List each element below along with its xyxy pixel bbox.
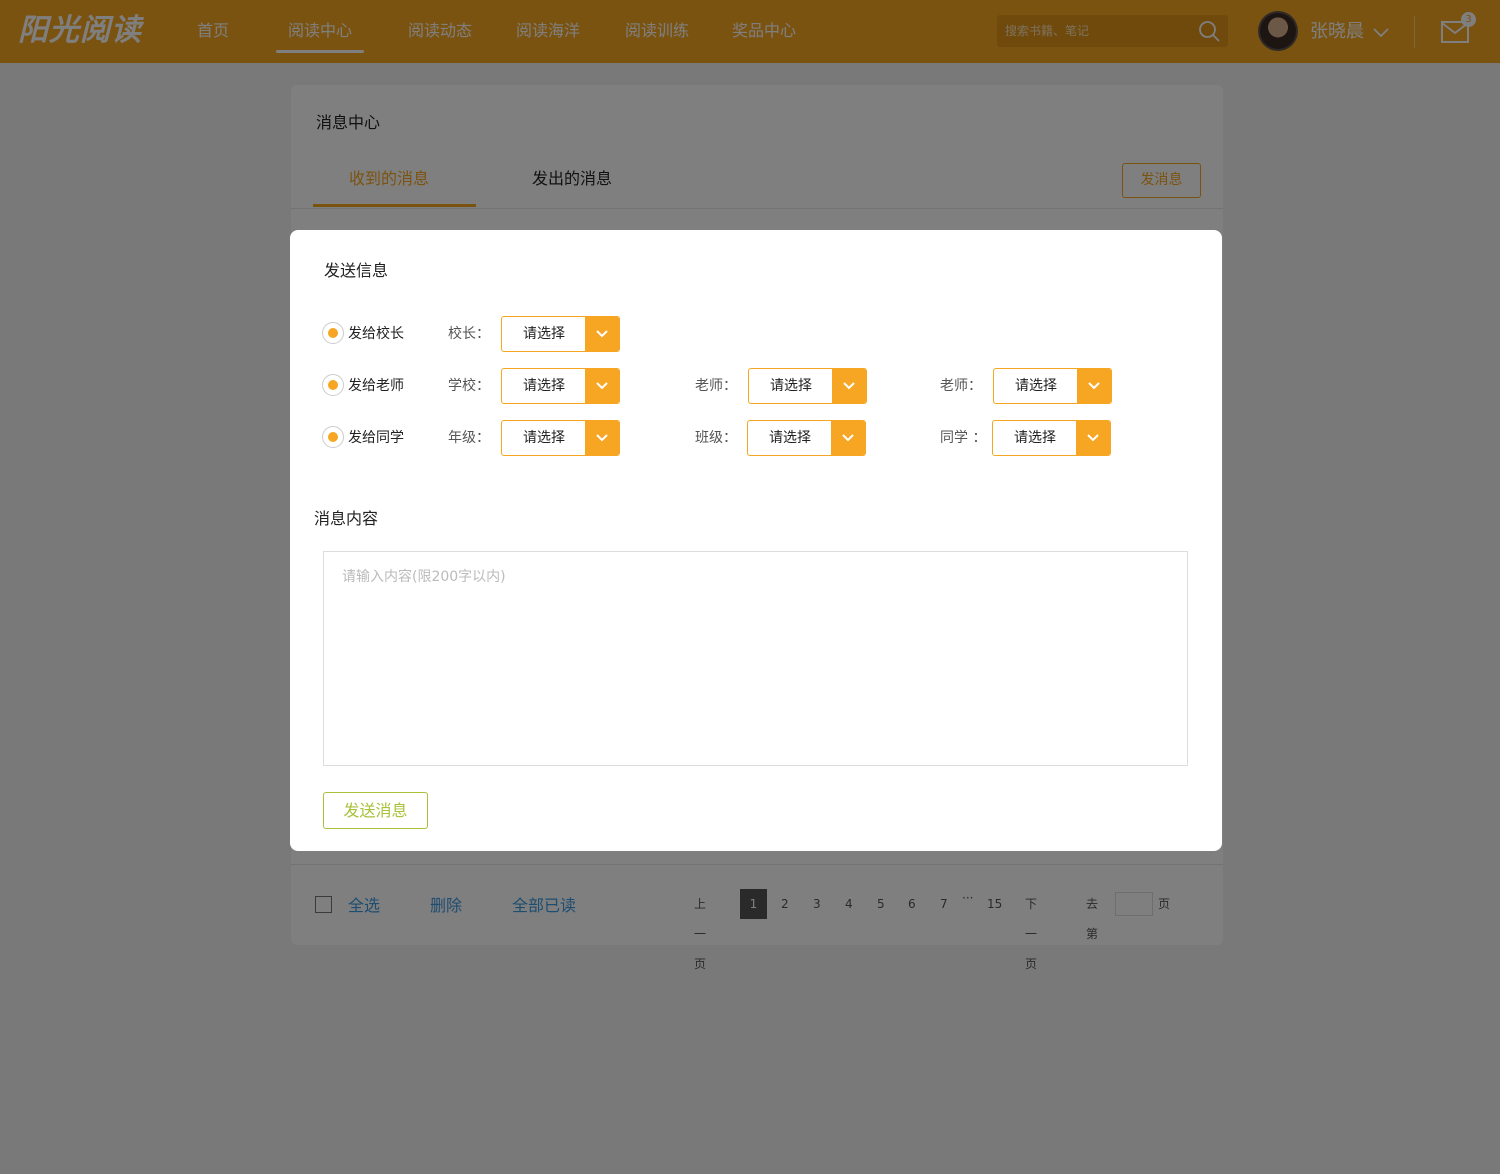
message-content-textarea[interactable] — [323, 551, 1188, 766]
chevron-down-icon[interactable] — [831, 421, 865, 455]
grade-label: 年级： — [448, 430, 490, 446]
radio-send-to-principal[interactable] — [322, 322, 344, 344]
chevron-down-icon[interactable] — [1077, 369, 1111, 403]
class-select[interactable]: 请选择 — [747, 420, 866, 456]
send-message-button[interactable]: 发送消息 — [323, 792, 428, 829]
teacher-label: 老师： — [695, 378, 737, 394]
teacher-label-2: 老师： — [940, 378, 982, 394]
select-value: 请选择 — [523, 378, 565, 394]
classmate-select[interactable]: 请选择 — [992, 420, 1111, 456]
class-label: 班级： — [695, 430, 737, 446]
teacher-select-2[interactable]: 请选择 — [993, 368, 1112, 404]
chevron-down-icon[interactable] — [585, 369, 619, 403]
radio-send-to-teacher[interactable] — [322, 374, 344, 396]
radio-label[interactable]: 发给同学 — [348, 427, 404, 447]
principal-select[interactable]: 请选择 — [501, 316, 620, 352]
select-value: 请选择 — [1014, 430, 1056, 446]
grade-select[interactable]: 请选择 — [501, 420, 620, 456]
select-value: 请选择 — [523, 326, 565, 342]
radio-label[interactable]: 发给老师 — [348, 375, 404, 395]
chevron-down-icon[interactable] — [585, 421, 619, 455]
select-value: 请选择 — [523, 430, 565, 446]
chevron-down-icon[interactable] — [1076, 421, 1110, 455]
radio-label[interactable]: 发给校长 — [348, 323, 404, 343]
select-value: 请选择 — [769, 430, 811, 446]
select-value: 请选择 — [770, 378, 812, 394]
radio-send-to-classmate[interactable] — [322, 426, 344, 448]
send-message-modal: 发送信息 发给校长 校长： 请选择 发给老师 学校： 请选择 老师： 请选择 老… — [290, 230, 1222, 851]
principal-label: 校长： — [448, 326, 490, 342]
classmate-label: 同学 ： — [940, 430, 987, 446]
select-value: 请选择 — [1015, 378, 1057, 394]
modal-title: 发送信息 — [324, 261, 389, 280]
school-select[interactable]: 请选择 — [501, 368, 620, 404]
chevron-down-icon[interactable] — [585, 317, 619, 351]
chevron-down-icon[interactable] — [832, 369, 866, 403]
teacher-select[interactable]: 请选择 — [748, 368, 867, 404]
content-label: 消息内容 — [314, 509, 379, 528]
school-label: 学校： — [448, 378, 490, 394]
